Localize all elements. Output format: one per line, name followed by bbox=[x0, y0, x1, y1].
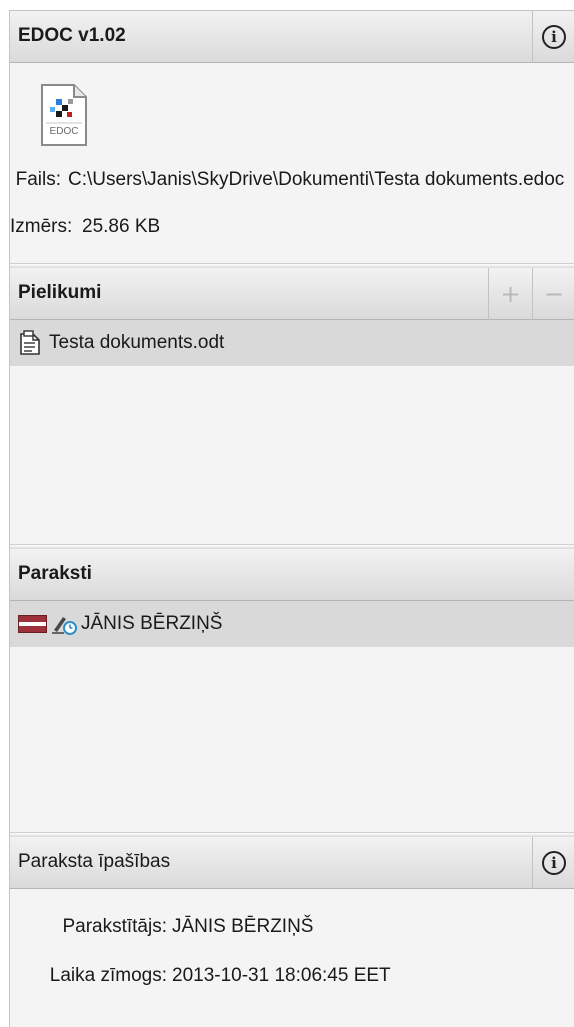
size-value: 25.86 KB bbox=[82, 216, 161, 237]
remove-attachment-button[interactable]: − bbox=[532, 268, 574, 320]
signatures-panel: Paraksti JĀNIS BĒRZIŅŠ bbox=[10, 549, 574, 833]
edoc-panel: EDOC v1.02 i EDOC Fails: C:\Users\Janis\… bbox=[10, 11, 574, 267]
attachment-name: Testa dokuments.odt bbox=[49, 332, 225, 353]
edoc-info-button[interactable]: i bbox=[532, 11, 574, 63]
attachments-panel-title: Pielikumi bbox=[18, 282, 102, 303]
file-label: Fails: bbox=[15, 169, 61, 190]
add-attachment-button[interactable]: + bbox=[488, 268, 532, 320]
signature-properties-title: Paraksta īpašības bbox=[18, 851, 171, 872]
edoc-panel-header: EDOC v1.02 i bbox=[10, 11, 574, 63]
signature-info-button[interactable]: i bbox=[532, 837, 574, 889]
minus-icon: − bbox=[543, 280, 565, 308]
timestamp-value: 2013-10-31 18:06:45 EET bbox=[172, 965, 391, 986]
signatures-panel-title: Paraksti bbox=[18, 563, 92, 584]
attachment-row[interactable]: Testa dokuments.odt bbox=[10, 320, 574, 366]
edoc-icon-caption: EDOC bbox=[49, 126, 79, 137]
attachments-panel-header: Pielikumi + − bbox=[10, 268, 574, 320]
signature-properties-panel: Paraksta īpašības i Parakstītājs: JĀNIS … bbox=[10, 837, 574, 1027]
signer-value: JĀNIS BĒRZIŅŠ bbox=[172, 916, 314, 937]
signature-row[interactable]: JĀNIS BĒRZIŅŠ bbox=[10, 601, 574, 647]
signer-label: Parakstītājs: bbox=[62, 916, 167, 937]
signatures-panel-header: Paraksti bbox=[10, 549, 574, 601]
signature-properties-header: Paraksta īpašības i bbox=[10, 837, 574, 889]
file-path-value: C:\Users\Janis\SkyDrive\Dokumenti\Testa … bbox=[68, 169, 565, 190]
edoc-file-icon: EDOC bbox=[40, 83, 88, 147]
attachments-panel: Pielikumi + − Testa dokuments.odt bbox=[10, 268, 574, 544]
signer-name: JĀNIS BĒRZIŅŠ bbox=[81, 613, 223, 634]
plus-icon: + bbox=[500, 280, 521, 308]
info-icon: i bbox=[542, 25, 566, 49]
edoc-panel-title: EDOC v1.02 bbox=[18, 25, 126, 46]
size-label: Izmērs: bbox=[10, 216, 73, 237]
document-icon bbox=[19, 330, 41, 356]
timestamp-label: Laika zīmogs: bbox=[49, 965, 167, 986]
signature-timestamp-icon bbox=[51, 612, 77, 636]
app-frame: EDOC v1.02 i EDOC Fails: C:\Users\Janis\… bbox=[9, 10, 574, 1027]
latvia-flag-icon bbox=[18, 615, 47, 633]
info-icon: i bbox=[542, 851, 566, 875]
